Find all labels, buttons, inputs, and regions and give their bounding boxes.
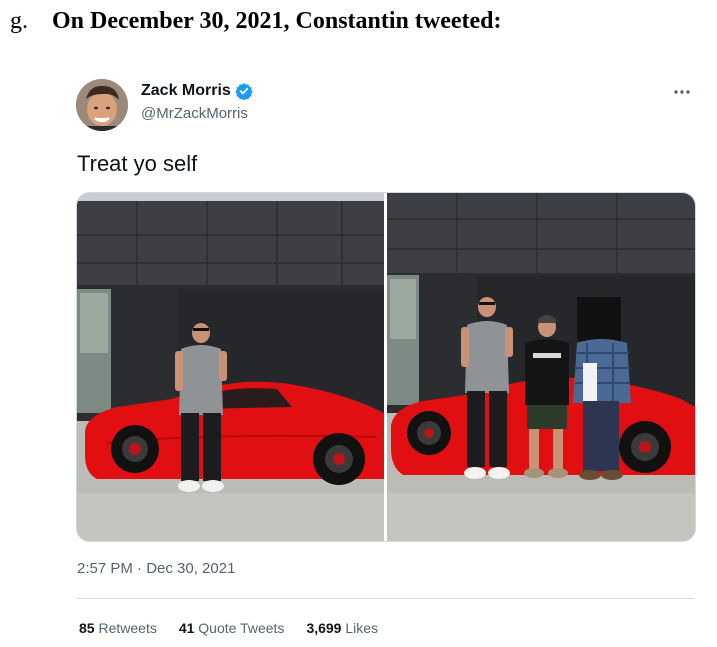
divider bbox=[76, 598, 694, 599]
tweet-text: Treat yo self bbox=[77, 151, 198, 176]
likes-label: Likes bbox=[345, 620, 379, 636]
retweets-count: 85 bbox=[79, 620, 95, 636]
user-handle[interactable]: @MrZackMorris bbox=[141, 105, 248, 122]
tweet-photo-2[interactable] bbox=[387, 193, 695, 541]
tweet-stats: 85 Retweets 41 Quote Tweets 3,699 Likes bbox=[79, 620, 378, 636]
tweet-photo-1[interactable] bbox=[77, 193, 384, 541]
more-options-icon[interactable] bbox=[673, 86, 691, 96]
likes-count: 3,699 bbox=[306, 620, 342, 636]
retweets-label: Retweets bbox=[98, 620, 157, 636]
display-name[interactable]: Zack Morris bbox=[141, 82, 253, 101]
quote-tweets-count: 41 bbox=[178, 620, 195, 636]
display-name-text[interactable]: Zack Morris bbox=[141, 82, 231, 100]
tweet-media[interactable] bbox=[76, 192, 696, 542]
tweet-timestamp[interactable]: 2:57 PM · Dec 30, 2021 bbox=[77, 560, 235, 577]
quote-tweets-stat[interactable]: 41 Quote Tweets bbox=[179, 620, 285, 636]
retweets-stat[interactable]: 85 Retweets bbox=[79, 620, 157, 636]
verified-badge-icon bbox=[235, 82, 253, 101]
likes-stat[interactable]: 3,699 Likes bbox=[306, 620, 378, 636]
quote-tweets-label: Quote Tweets bbox=[198, 620, 285, 636]
avatar[interactable] bbox=[76, 79, 128, 131]
tweet-card: Zack Morris @MrZackMorris Treat yo self bbox=[0, 0, 717, 647]
